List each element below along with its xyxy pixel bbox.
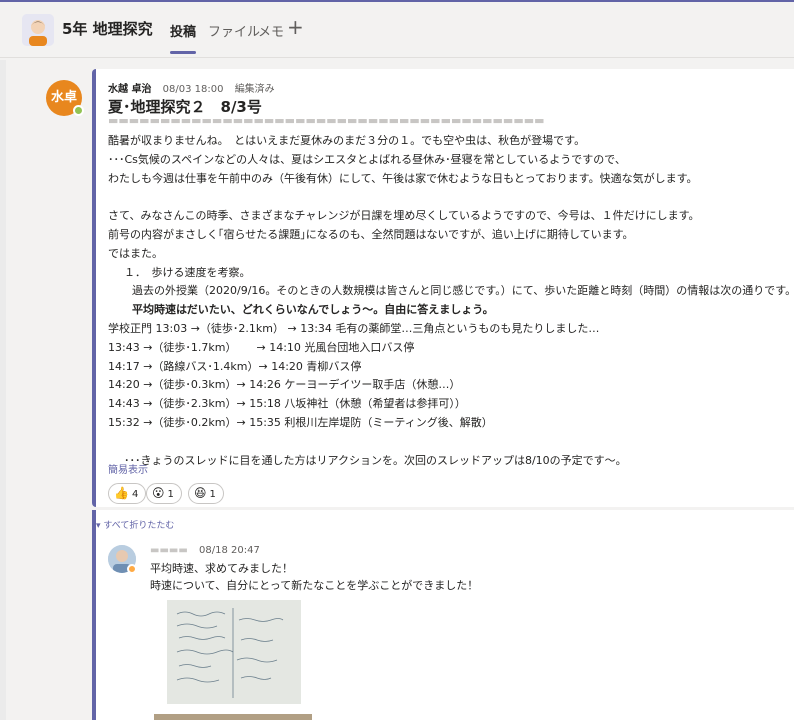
body-line: 過去の外授業（2020/9/16。そのときの人数規模は皆さんと同じ感じです。）に… (132, 284, 794, 298)
laughing-face-icon: 😆 (194, 486, 207, 500)
ghost-text-row: ▬▬▬▬▬▬▬▬▬▬▬▬▬▬▬▬▬▬▬▬▬▬▬▬▬▬▬▬▬▬▬▬▬▬▬▬▬▬▬▬… (108, 114, 545, 127)
route-line: 14:20 →（徒歩･0.3km）→ 14:26 ケーヨーデイツー取手店（休憩…… (108, 378, 461, 392)
collapse-all-label: すべて折りたたむ (103, 521, 175, 531)
body-line: ではまた。 (108, 246, 163, 260)
reaction-count: 4 (131, 489, 139, 500)
presence-available-icon (73, 105, 84, 116)
body-line: わたしも今週は仕事を午前中のみ（午後有休）にして、午後は家で休むような日もとって… (108, 171, 698, 185)
edited-label: 編集済み (234, 84, 275, 95)
route-line: 13:43 →（徒歩･1.7km） → 14:10 光風台団地入口バス停 (108, 340, 415, 354)
reply-meta: ▬▬▬▬ 08/18 20:47 (150, 545, 260, 556)
route-line: 15:32 →（徒歩･0.2km）→ 15:35 利根川左岸堤防（ミーティング後… (108, 415, 493, 429)
reply-author-name-blurred[interactable]: ▬▬▬▬ (150, 545, 188, 556)
body-line: 前号の内容がまさしく｢宿らせたる課題｣になるのも、全然問題はないですが、追い上げ… (108, 227, 634, 241)
thumbs-up-icon: 👍 (114, 486, 129, 500)
reaction-laughing[interactable]: 😆 1 (188, 483, 224, 504)
route-line: 14:43 →（徒歩･2.3km）→ 15:18 八坂神社（休憩（希望者は参拝可… (108, 397, 466, 411)
left-strip (0, 60, 6, 720)
body-line: さて、みなさんこの時季、さまざまなチャレンジが日課を埋め尽くしているようですので… (108, 209, 700, 223)
post-time: 08/03 18:00 (162, 84, 224, 95)
tab-posts[interactable]: 投稿 (170, 21, 196, 40)
body-line: ･･･Cs気候のスペインなどの人々は、夏はシエスタとよばれる昼休み･昼寝を常とし… (108, 152, 626, 166)
reply-time: 08/18 20:47 (198, 545, 260, 556)
reply-line: 時速について、自分にとって新たなことを学ぶことができました！ (150, 579, 479, 592)
surprised-face-icon: 😮 (152, 486, 165, 500)
attachment-image-2[interactable] (154, 714, 312, 720)
reaction-count: 1 (167, 489, 174, 500)
body-line (108, 188, 794, 207)
collapse-all-link[interactable]: ▾ すべて折りたたむ (96, 518, 174, 531)
handwritten-notes-photo (167, 600, 301, 704)
route-line: 14:17 →（路線バス･1.4km）→ 14:20 青柳バス停 (108, 359, 362, 373)
tab-files[interactable]: ファイル (208, 21, 260, 40)
reply-line: 平均時速、求めてみました！ (150, 562, 293, 575)
post-body: 酷暑が収まりませんね。 とはいえまだ夏休みのまだ３分の１。でも空や虫は、秋色が登… (108, 132, 794, 470)
reply-body: 平均時速、求めてみました！ 時速について、自分にとって新たなことを学ぶことができ… (150, 560, 478, 594)
reaction-count: 1 (209, 489, 216, 500)
reaction-thumbs-up[interactable]: 👍 4 (108, 483, 147, 504)
channel-header: 5年 地理探究 投稿 ファイル メモ + (0, 2, 794, 58)
body-line (108, 433, 794, 452)
author-name[interactable]: 水越 卓治 (108, 84, 151, 95)
plus-icon[interactable]: + (287, 15, 304, 39)
body-line: ･･･きょうのスレッドに目を通した方はリアクションを。次回のスレッドアップは8/… (124, 453, 627, 467)
tab-notes[interactable]: メモ (258, 21, 284, 40)
post-meta: 水越 卓治 08/03 18:00 編集済み (108, 80, 275, 95)
body-line-question: 平均時速はだいたい、どれくらいなんでしょう〜。自由に答えましょう。 (132, 303, 494, 317)
presence-away-icon (127, 564, 137, 574)
team-name: 5年 地理探究 (62, 20, 153, 38)
reaction-surprised[interactable]: 😮 1 (146, 483, 182, 504)
team-avatar[interactable] (22, 14, 54, 46)
active-tab-indicator (170, 51, 196, 54)
route-line: 学校正門 13:03 →（徒歩･2.1km） → 13:34 毛有の薬師堂…三角… (108, 321, 600, 335)
body-line: 酷暑が収まりませんね。 とはいえまだ夏休みのまだ３分の１。でも空や虫は、秋色が登… (108, 134, 586, 147)
body-line-heading: １． 歩ける速度を考察。 (124, 265, 251, 279)
show-less-link[interactable]: 簡易表示 (108, 461, 148, 476)
